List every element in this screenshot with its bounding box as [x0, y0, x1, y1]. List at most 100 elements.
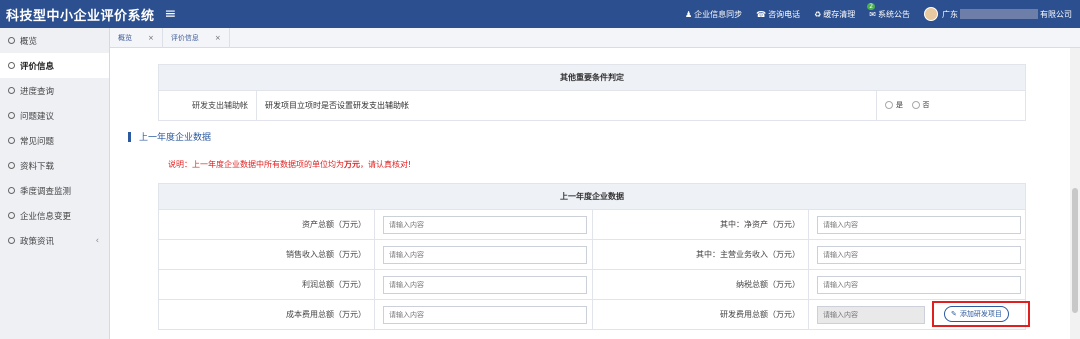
main-business-revenue-label: 其中：主营业务收入（万元） [592, 239, 809, 270]
other-conditions-table: 其他重要条件判定 研发支出辅助帐 研发项目立项时是否设置研发支出辅助帐 是 否 [158, 64, 1026, 121]
circle-icon [8, 212, 15, 219]
total-assets-label: 资产总额（万元） [158, 209, 375, 240]
sidebar-item-label: 问题建议 [20, 111, 55, 122]
sidebar-item-label: 进度查询 [20, 86, 55, 97]
radio-no[interactable]: 否 [911, 100, 930, 110]
total-tax-input[interactable] [817, 275, 1021, 294]
tab-evaluation-info[interactable]: 评价信息 × [163, 28, 230, 48]
system-notice-button[interactable]: 2 ✉ 系统公告 [867, 2, 910, 20]
close-icon[interactable]: × [148, 34, 154, 42]
sidebar-item-progress[interactable]: 进度查询 [0, 78, 109, 103]
net-assets-label: 其中：净资产（万元） [592, 209, 809, 240]
total-assets-input[interactable] [383, 215, 587, 234]
tab-bar: 概览 × 评价信息 × [110, 28, 1080, 48]
sidebar-item-overview[interactable]: 概览 [0, 28, 109, 53]
net-assets-input[interactable] [817, 215, 1021, 234]
circle-icon [8, 112, 15, 119]
pencil-icon: ✎ [951, 310, 957, 318]
total-profit-cell [374, 269, 593, 300]
sidebar-item-quarterly-survey[interactable]: 季度调查监测 [0, 178, 109, 203]
add-rd-project-button[interactable]: ✎ 添加研发项目 [944, 306, 1009, 322]
circle-icon [8, 237, 15, 244]
sidebar-item-info-change[interactable]: 企业信息变更 [0, 203, 109, 228]
user-menu[interactable]: 广东 有限公司 [924, 7, 1072, 21]
radio-yes[interactable]: 是 [885, 100, 903, 110]
total-tax-cell [808, 269, 1026, 300]
radio-circle-icon [911, 101, 920, 109]
total-cost-cell [374, 299, 593, 330]
rd-ledger-label: 研发支出辅助帐 [158, 90, 257, 121]
section-title-text: 上一年度企业数据 [139, 133, 212, 143]
tab-overview[interactable]: 概览 × [110, 28, 163, 48]
tab-label: 评价信息 [170, 34, 199, 42]
company-name: 广东 有限公司 [942, 9, 1072, 20]
unit-note-suffix: ，请认真核对! [360, 160, 412, 169]
radio-yes-label: 是 [896, 101, 903, 109]
sidebar-item-policy-news[interactable]: 政策资讯 ‹ [0, 228, 109, 253]
circle-icon [8, 62, 15, 69]
net-assets-cell [808, 209, 1026, 240]
sidebar-item-faq[interactable]: 常见问题 [0, 128, 109, 153]
sales-revenue-cell [374, 239, 593, 270]
mail-icon: ✉ [869, 9, 876, 19]
scrollbar[interactable] [1070, 48, 1080, 339]
sidebar-item-evaluation-info[interactable]: 评价信息 [0, 53, 109, 78]
scroll-thumb[interactable] [1072, 188, 1078, 313]
circle-icon [8, 187, 15, 194]
section-title: 上一年度企业数据 [128, 130, 211, 143]
prev-year-table: 上一年度企业数据 资产总额（万元） 其中：净资产（万元） 销售收入总额（万元） … [158, 183, 1026, 330]
rd-ledger-options: 是 否 [876, 90, 1026, 121]
sync-company-info-label: 企业信息同步 [694, 9, 743, 19]
main-business-revenue-input[interactable] [817, 245, 1021, 264]
sidebar-item-label: 常见问题 [20, 136, 55, 147]
rd-expense-input [817, 305, 925, 324]
total-tax-label: 纳税总额（万元） [592, 269, 809, 300]
main-content: 其他重要条件判定 研发支出辅助帐 研发项目立项时是否设置研发支出辅助帐 是 否 … [110, 48, 1070, 339]
main-business-revenue-cell [808, 239, 1026, 270]
radio-circle-icon [885, 101, 893, 109]
hotline-label: 咨询电话 [768, 9, 801, 19]
circle-icon [8, 162, 15, 169]
close-icon[interactable]: × [215, 34, 221, 42]
add-rd-project-label: 添加研发项目 [959, 310, 1002, 318]
section-marker [128, 131, 131, 142]
sync-company-info-button[interactable]: ♟ 企业信息同步 [685, 9, 742, 20]
sidebar-item-label: 评价信息 [20, 61, 55, 72]
menu-toggle-icon[interactable]: ≡ [165, 6, 177, 22]
total-cost-input[interactable] [383, 305, 587, 324]
chevron-left-icon: ‹ [95, 235, 99, 246]
total-assets-cell [374, 209, 593, 240]
avatar [924, 7, 938, 21]
total-cost-label: 成本费用总额（万元） [158, 299, 375, 330]
clear-cache-button[interactable]: ♻ 缓存清理 [814, 9, 855, 20]
clear-cache-label: 缓存清理 [823, 9, 856, 19]
app-title: 科技型中小企业评价系统 [6, 8, 155, 24]
total-profit-label: 利润总额（万元） [158, 269, 375, 300]
sidebar-item-label: 概览 [20, 36, 38, 47]
company-name-suffix: 有限公司 [1040, 9, 1072, 19]
hotline-button[interactable]: ☎ 咨询电话 [756, 9, 800, 20]
rd-ledger-question: 研发项目立项时是否设置研发支出辅助帐 [256, 90, 877, 121]
tab-label: 概览 [118, 34, 132, 42]
unit-note: 说明：上一年度企业数据中所有数据项的单位均为万元，请认真核对! [168, 159, 411, 170]
recycle-icon: ♻ [814, 9, 822, 19]
sales-revenue-label: 销售收入总额（万元） [158, 239, 375, 270]
notice-count-badge: 2 [867, 2, 876, 10]
phone-icon: ☎ [756, 9, 767, 19]
sidebar-item-downloads[interactable]: 资料下载 [0, 153, 109, 178]
sidebar-item-label: 资料下载 [20, 161, 55, 172]
redacted-block [960, 9, 1038, 19]
system-notice-label: 系统公告 [878, 9, 910, 19]
radio-no-label: 否 [922, 101, 930, 109]
rd-expense-label: 研发费用总额（万元） [592, 299, 809, 330]
top-actions: ♟ 企业信息同步 ☎ 咨询电话 ♻ 缓存清理 2 ✉ 系统公告 广东 有限公司 [685, 0, 1072, 28]
company-name-prefix: 广东 [942, 9, 958, 19]
sales-revenue-input[interactable] [383, 245, 587, 264]
total-profit-input[interactable] [383, 275, 587, 294]
sidebar-item-label: 政策资讯 [20, 236, 55, 247]
circle-icon [8, 37, 15, 44]
sidebar: 概览 评价信息 进度查询 问题建议 常见问题 资料下载 季度调查监测 企业信息变… [0, 28, 110, 339]
unit-note-unit: 万元 [344, 160, 360, 169]
sidebar-item-label: 企业信息变更 [20, 211, 72, 222]
sidebar-item-suggestions[interactable]: 问题建议 [0, 103, 109, 128]
